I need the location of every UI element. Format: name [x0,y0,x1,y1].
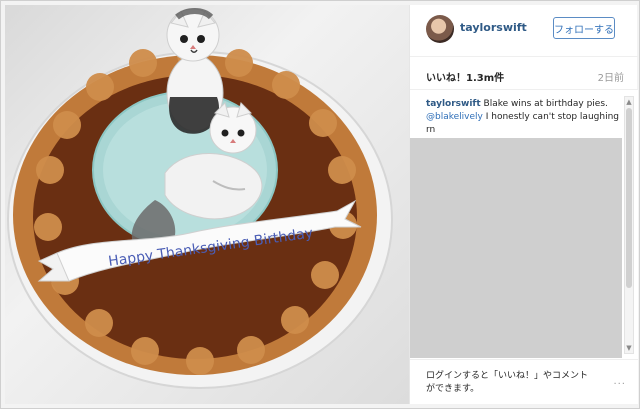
caption-text: Blake wins at birthday pies. [483,99,608,109]
login-prompt[interactable]: ログインすると「いいね！」やコメントができます。 [426,370,596,396]
post-time: 2日前 [597,73,624,84]
chevron-down-icon[interactable]: ▼ [625,343,633,353]
comments-placeholder [410,138,622,358]
comments-area: taylorswift Blake wins at birthday pies.… [410,90,638,360]
caption-mention[interactable]: @blakelively [426,112,483,122]
more-options-icon[interactable]: ... [613,376,626,387]
post-footer: ログインすると「いいね！」やコメントができます。 ... [410,360,638,404]
likes-row: いいね！1.3m件 2日前 [410,57,638,90]
scroll-thumb[interactable] [626,108,632,288]
post-photo[interactable]: Happy Thanksgiving Birthday [5,5,409,404]
instagram-embed-frame: Happy Thanksgiving Birthday taylorswift … [0,0,640,409]
comments-scrollbar[interactable]: ▲ ▼ [624,96,634,354]
likes-count[interactable]: いいね！1.3m件 [426,69,504,84]
username[interactable]: taylorswift [460,21,527,34]
follow-button[interactable]: フォローする [553,17,615,39]
cat-figure-top [166,8,224,134]
pie-photo-illustration: Happy Thanksgiving Birthday [7,8,393,389]
post-header: taylorswift フォローする [410,5,638,57]
chevron-up-icon[interactable]: ▲ [625,97,633,107]
profile-avatar-icon[interactable] [426,15,454,43]
caption: taylorswift Blake wins at birthday pies.… [426,98,622,137]
caption-username[interactable]: taylorswift [426,99,481,109]
post-side-panel: taylorswift フォローする いいね！1.3m件 2日前 taylors… [409,5,638,404]
